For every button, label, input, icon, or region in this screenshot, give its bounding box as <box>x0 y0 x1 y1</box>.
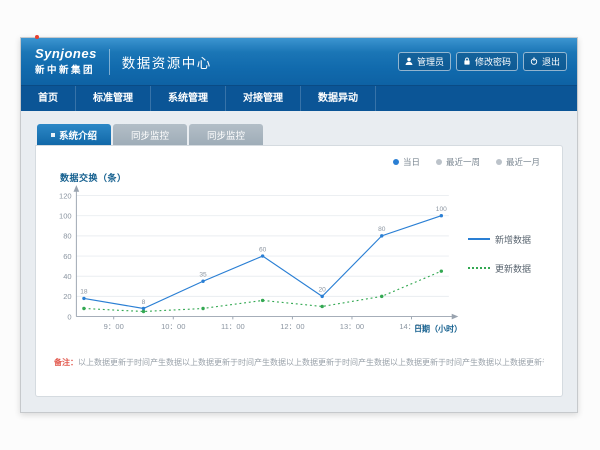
series-legend: 新增数据 更新数据 <box>468 233 531 275</box>
chart-y-axis-title: 数据交换（条） <box>60 171 550 184</box>
tab-bar: 系统介绍 同步监控 同步监控 <box>35 124 563 145</box>
svg-text:11：00: 11：00 <box>221 322 245 331</box>
tab-sync-monitor-2[interactable]: 同步监控 <box>189 124 263 145</box>
svg-text:35: 35 <box>199 272 207 279</box>
svg-text:100: 100 <box>59 212 72 221</box>
series-legend-update-data: 更新数据 <box>468 262 531 275</box>
dotted-line-sample-icon <box>468 267 490 269</box>
app-header: Synjones 新中新集团 数据资源中心 管理员 修改密码 <box>21 38 577 85</box>
nav-item-system-mgmt[interactable]: 系统管理 <box>151 86 226 111</box>
period-legend: 当日 最近一周 最近一月 <box>48 152 550 168</box>
logout-button[interactable]: 退出 <box>523 52 567 71</box>
tab-sync-monitor-1-label: 同步监控 <box>131 128 169 142</box>
header-divider <box>109 49 110 75</box>
svg-text:120: 120 <box>59 191 72 200</box>
period-legend-week[interactable]: 最近一周 <box>436 156 480 168</box>
lock-icon <box>463 57 471 67</box>
solid-line-sample-icon <box>468 238 490 240</box>
brand-logo: Synjones 新中新集团 <box>31 47 97 76</box>
legend-dot-icon <box>496 159 502 165</box>
period-legend-week-label: 最近一周 <box>446 156 480 168</box>
period-legend-month[interactable]: 最近一月 <box>496 156 540 168</box>
main-nav: 首页 标准管理 系统管理 对接管理 数据异动 <box>21 85 577 111</box>
svg-text:20: 20 <box>319 287 327 294</box>
logout-label: 退出 <box>542 55 560 68</box>
page-title: 数据资源中心 <box>122 52 212 72</box>
footnote-label: 备注： <box>54 358 78 367</box>
svg-text:18: 18 <box>80 289 88 296</box>
svg-text:0: 0 <box>67 312 71 321</box>
legend-dot-icon <box>436 159 442 165</box>
tab-sync-monitor-2-label: 同步监控 <box>207 128 245 142</box>
brand-logo-dot-icon <box>35 35 39 39</box>
period-legend-today[interactable]: 当日 <box>393 156 420 168</box>
legend-dot-icon <box>393 159 399 165</box>
content-area: 系统介绍 同步监控 同步监控 当日 最近一周 <box>21 111 577 397</box>
app-window: Synjones 新中新集团 数据资源中心 管理员 修改密码 <box>20 37 578 413</box>
svg-text:10：00: 10：00 <box>161 322 185 331</box>
change-password-label: 修改密码 <box>475 55 511 68</box>
change-password-button[interactable]: 修改密码 <box>456 52 518 71</box>
svg-text:日期（小时）: 日期（小时） <box>414 324 462 334</box>
svg-text:12：00: 12：00 <box>280 322 304 331</box>
header-actions: 管理员 修改密码 退出 <box>398 52 567 71</box>
tab-sync-monitor-1[interactable]: 同步监控 <box>113 124 187 145</box>
svg-text:60: 60 <box>259 246 267 253</box>
svg-text:80: 80 <box>63 232 71 241</box>
series-legend-new-data-label: 新增数据 <box>495 233 531 246</box>
power-icon <box>530 57 538 67</box>
nav-item-home[interactable]: 首页 <box>21 86 76 111</box>
brand-logo-subtext: 新中新集团 <box>35 62 97 76</box>
svg-text:80: 80 <box>378 226 386 233</box>
brand-logo-text: Synjones <box>35 47 97 60</box>
footnote-text: 以上数据更新于时间产生数据以上数据更新于时间产生数据以上数据更新于时间产生数据以… <box>78 358 544 367</box>
line-chart: 0 20 40 60 80 100 120 9：00 10：00 11：00 12：00 13：00 1… <box>48 184 464 347</box>
tab-system-intro[interactable]: 系统介绍 <box>37 124 111 145</box>
svg-text:60: 60 <box>63 252 71 261</box>
chart-panel: 当日 最近一周 最近一月 数据交换（条） 0 20 40 60 80 100 120 9：00… <box>35 145 563 397</box>
period-legend-month-label: 最近一月 <box>506 156 540 168</box>
chart-row: 0 20 40 60 80 100 120 9：00 10：00 11：00 12：00 13：00 1… <box>48 184 550 347</box>
nav-item-interface-mgmt[interactable]: 对接管理 <box>226 86 301 111</box>
svg-text:40: 40 <box>63 272 71 281</box>
period-legend-today-label: 当日 <box>403 156 420 168</box>
series-legend-new-data: 新增数据 <box>468 233 531 246</box>
nav-item-data-change[interactable]: 数据异动 <box>301 86 376 111</box>
admin-user-label: 管理员 <box>417 55 444 68</box>
svg-text:13：00: 13：00 <box>340 322 364 331</box>
user-icon <box>405 57 413 67</box>
svg-text:8: 8 <box>142 299 146 306</box>
admin-user-button[interactable]: 管理员 <box>398 52 451 71</box>
footnote: 备注：以上数据更新于时间产生数据以上数据更新于时间产生数据以上数据更新于时间产生… <box>54 357 544 368</box>
series-legend-update-data-label: 更新数据 <box>495 262 531 275</box>
svg-text:100: 100 <box>436 206 447 213</box>
nav-item-standard-mgmt[interactable]: 标准管理 <box>76 86 151 111</box>
tab-system-intro-label: 系统介绍 <box>59 128 97 142</box>
svg-text:20: 20 <box>63 292 71 301</box>
svg-text:9：00: 9：00 <box>104 322 124 331</box>
tab-marker-icon <box>51 133 55 137</box>
